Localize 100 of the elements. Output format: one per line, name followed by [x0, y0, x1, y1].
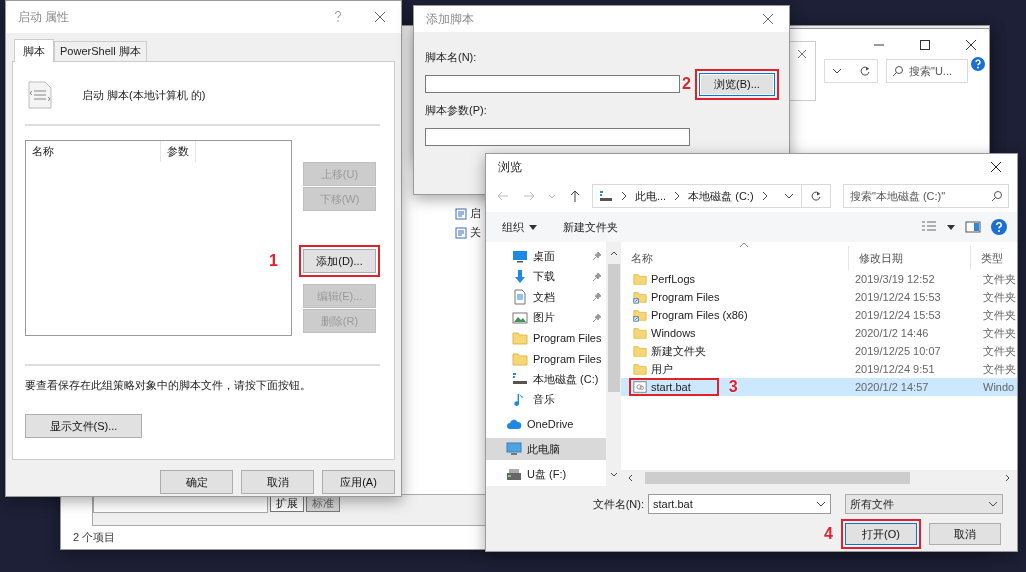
file-name: Program Files: [651, 291, 720, 303]
file-name: start.bat: [651, 381, 691, 393]
file-row[interactable]: PerfLogs 2019/3/19 12:52 文件夹: [621, 270, 1017, 288]
table-cell-text: 2019/3/19 12:52: [854, 273, 936, 285]
step-number: 4: [824, 525, 833, 543]
chevron-down-icon[interactable]: [988, 499, 998, 509]
dialog-button[interactable]: 打开(O): [845, 523, 917, 545]
table-cell-text: 文件夹: [982, 325, 1017, 341]
chevron-icon: [619, 191, 629, 201]
dialog-button[interactable]: 取消: [929, 523, 1001, 545]
nav-item[interactable]: 文档: [486, 287, 606, 308]
action-button[interactable]: 添加(D)...: [303, 249, 376, 273]
nav-item[interactable]: Program Files: [486, 348, 606, 369]
table-cell-text: 文件夹: [982, 361, 1017, 377]
field-label: 文件名(N):: [592, 496, 644, 512]
help-icon[interactable]: [991, 219, 1007, 235]
nav-item[interactable]: 音乐: [486, 389, 606, 410]
desktop-icon: [512, 248, 528, 265]
batch-icon: [633, 380, 647, 394]
table-cell-text: 2019/12/25 10:07: [854, 345, 942, 357]
nav-item[interactable]: 下载: [486, 266, 606, 287]
maximize-icon[interactable]: [917, 37, 933, 53]
nav-item[interactable]: OneDrive: [486, 413, 606, 435]
pin-icon[interactable]: [592, 271, 602, 282]
input-field[interactable]: [425, 75, 681, 93]
download-icon: [512, 268, 528, 285]
pin-icon[interactable]: [592, 312, 602, 323]
column-header[interactable]: 名称: [621, 246, 849, 270]
scrollbar[interactable]: [606, 242, 621, 486]
scrollbar[interactable]: [621, 470, 1017, 486]
folder-icon: [633, 362, 647, 376]
item-label[interactable]: 关: [470, 225, 481, 240]
file-row[interactable]: Windows 2020/1/2 14:46 文件夹: [621, 324, 1017, 342]
nav-item[interactable]: 本地磁盘 (C:): [486, 369, 606, 390]
show-files-button[interactable]: 显示文件(S)...: [25, 414, 142, 438]
column-header[interactable]: 名称: [26, 141, 161, 162]
file-row[interactable]: start.bat 3 2020/1/2 14:57 Windo: [621, 378, 1017, 396]
browse-button[interactable]: 浏览(B)...: [699, 72, 775, 96]
script-file-icon: [28, 81, 52, 109]
column-header[interactable]: 类型: [971, 246, 1017, 270]
column-header[interactable]: 参数: [161, 141, 196, 162]
file-row[interactable]: Program Files 2019/12/24 15:53 文件夹: [621, 288, 1017, 306]
refresh-icon[interactable]: [859, 65, 871, 77]
window-title: 浏览: [498, 158, 522, 176]
pc-icon: [506, 441, 522, 457]
table-cell-text: 2019/12/24 15:53: [854, 291, 942, 303]
address-bar[interactable]: 此电... 本地磁盘 (C:): [592, 184, 831, 208]
field-label: 脚本名(N):: [425, 50, 478, 65]
breadcrumb-item[interactable]: 本地磁盘 (C:): [688, 188, 754, 204]
dialog-button[interactable]: 确定: [160, 470, 233, 494]
search-icon: [892, 65, 904, 77]
pin-icon[interactable]: [592, 292, 602, 303]
tab[interactable]: PowerShell 脚本: [54, 41, 147, 61]
nav-item[interactable]: U盘 (F:): [486, 463, 606, 485]
table-cell-text: 2019/12/24 9:51: [854, 363, 936, 375]
item-label[interactable]: 启: [470, 206, 481, 221]
search-field[interactable]: 搜索"U...: [886, 59, 968, 83]
column-header[interactable]: 修改日期: [849, 246, 971, 270]
input-field[interactable]: [425, 128, 690, 146]
filename-field[interactable]: start.bat: [648, 494, 831, 514]
usb-icon: [506, 466, 522, 482]
up-arrow-icon[interactable]: [568, 189, 582, 203]
folder-shortcut-icon: [633, 290, 647, 304]
file-type-dropdown[interactable]: 所有文件: [845, 494, 1003, 514]
nav-item[interactable]: 桌面: [486, 246, 606, 267]
section-heading: 启动 脚本(本地计算机 的): [82, 87, 206, 103]
file-row[interactable]: Program Files (x86) 2019/12/24 15:53 文件夹: [621, 306, 1017, 324]
close-icon[interactable]: [963, 37, 979, 53]
step-number: 3: [728, 378, 738, 396]
breadcrumb-item[interactable]: 此电...: [635, 188, 667, 204]
field-label: 脚本参数(P):: [425, 103, 488, 118]
file-row[interactable]: 用户 2019/12/24 9:51 文件夹: [621, 360, 1017, 378]
table-cell-text: 文件夹: [982, 343, 1017, 359]
pin-icon[interactable]: [592, 251, 602, 262]
caret-icon[interactable]: [529, 223, 537, 231]
nav-item[interactable]: Program Files: [486, 328, 606, 349]
instruction-text: 要查看保存在此组策略对象中的脚本文件，请按下面按钮。: [25, 378, 312, 393]
close-icon[interactable]: [989, 160, 1003, 174]
new-folder-button[interactable]: 新建文件夹: [563, 219, 618, 235]
nav-item[interactable]: 此电脑: [486, 438, 606, 460]
search-field[interactable]: 搜索"本地磁盘 (C:)": [843, 184, 1009, 208]
refresh-icon[interactable]: [810, 190, 822, 202]
chevron-down-icon[interactable]: [816, 499, 826, 509]
window-title: 启动 属性: [18, 8, 70, 26]
picture-icon: [512, 309, 528, 326]
file-row[interactable]: 新建文件夹 2019/12/25 10:07 文件夹: [621, 342, 1017, 360]
table-cell-text: 2020/1/2 14:57: [854, 381, 930, 393]
drive-icon: [599, 189, 613, 203]
dialog-button[interactable]: 取消: [241, 470, 314, 494]
help-icon[interactable]: [971, 57, 985, 71]
table-cell-text: 文件夹: [982, 271, 1017, 287]
nav-item[interactable]: 图片: [486, 307, 606, 328]
folder-icon: [633, 326, 647, 340]
dialog-button[interactable]: 应用(A): [322, 470, 395, 494]
caret-icon[interactable]: [947, 223, 955, 231]
organize-menu[interactable]: 组织: [502, 219, 524, 235]
preview-pane-icon[interactable]: [965, 219, 981, 235]
step-number: 1: [269, 252, 278, 270]
tab[interactable]: 脚本: [14, 39, 54, 62]
file-name: Program Files (x86): [651, 309, 748, 321]
